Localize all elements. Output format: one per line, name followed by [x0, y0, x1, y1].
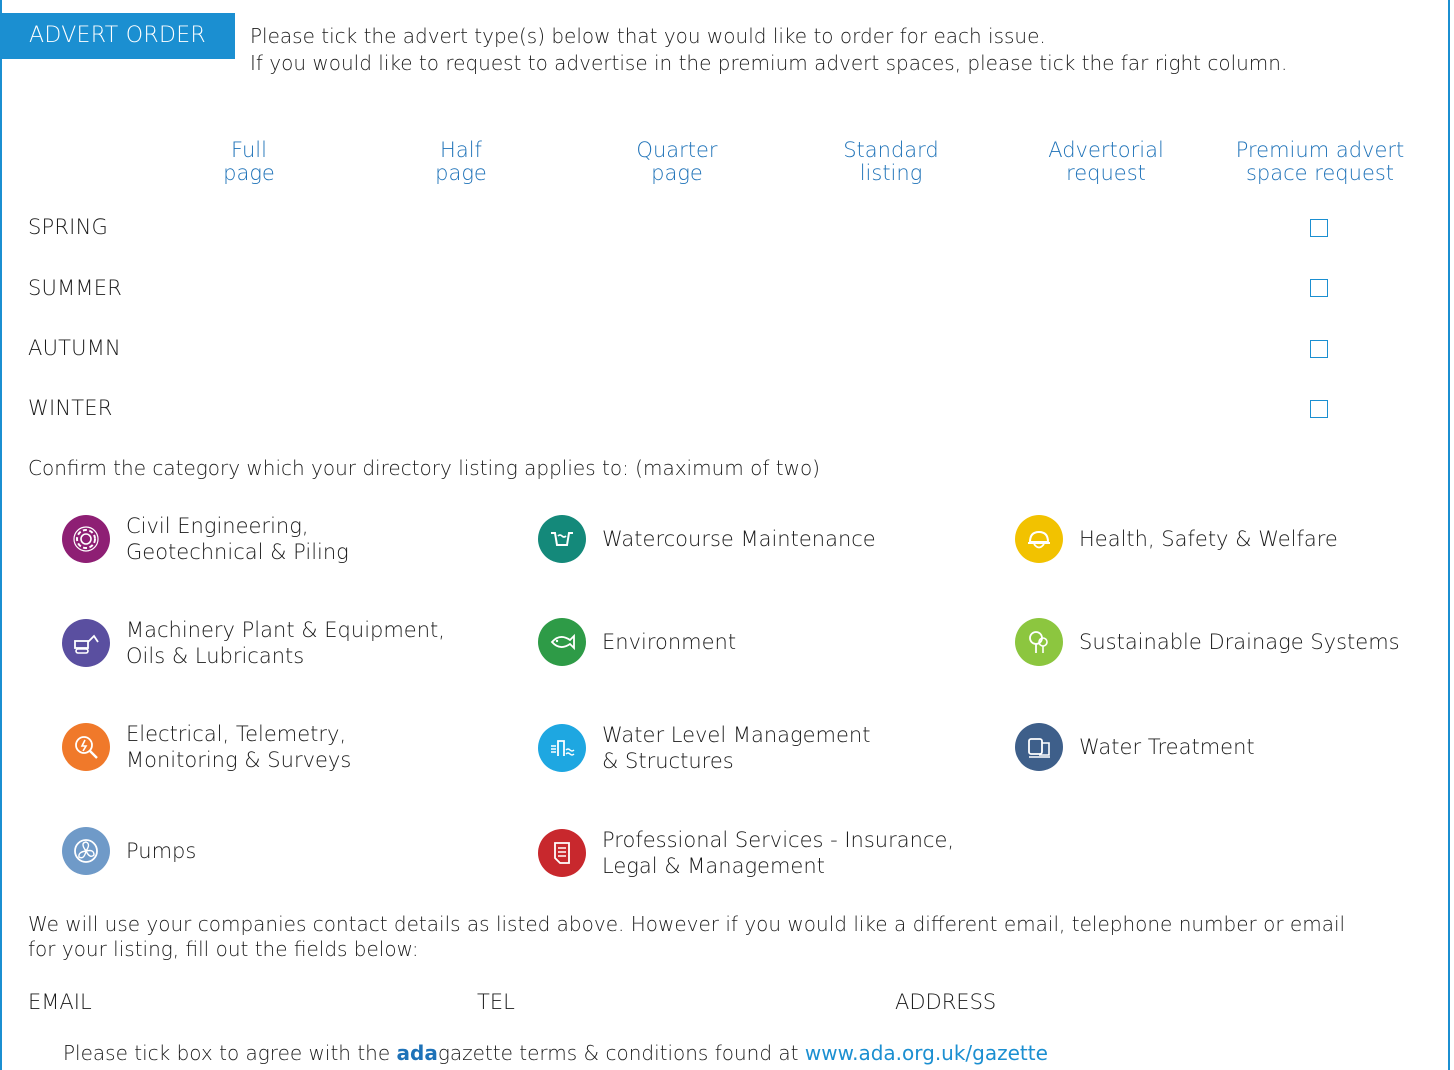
category-label: Sustainable Drainage Systems — [1079, 630, 1400, 654]
email-field-label[interactable]: EMAIL — [28, 990, 92, 1014]
category-label: Geotechnical & Piling — [126, 540, 349, 564]
category-label: Civil Engineering, — [126, 514, 309, 538]
premium-checkbox-spring[interactable] — [1310, 219, 1328, 237]
category-water-treatment[interactable]: Water Treatment — [1015, 723, 1255, 771]
column-header-advertorial: Advertorial request — [1048, 138, 1164, 185]
row-label-autumn: AUTUMN — [28, 336, 121, 360]
category-sustainable-drainage[interactable]: Sustainable Drainage Systems — [1015, 618, 1400, 666]
row-label-winter: WINTER — [28, 396, 113, 420]
hardhat-icon — [1015, 515, 1063, 563]
terms-link[interactable]: www.ada.org.uk/gazette — [805, 1041, 1048, 1065]
category-environment[interactable]: Environment — [538, 618, 736, 666]
fish-icon — [538, 618, 586, 666]
gear-icon — [62, 515, 110, 563]
brand-ada: ada — [396, 1041, 438, 1065]
category-professional-services[interactable]: Professional Services - Insurance, Legal … — [538, 827, 954, 879]
contact-instructions-line-1: We will use your companies contact detai… — [28, 912, 1346, 936]
water-treatment-icon — [1015, 723, 1063, 771]
pump-icon — [62, 827, 110, 875]
category-label: Electrical, Telemetry, — [126, 722, 347, 746]
category-label: Water Level Management — [602, 723, 871, 747]
row-label-spring: SPRING — [28, 215, 108, 239]
column-header-quarter-page: Quarter page — [636, 138, 718, 185]
category-pumps[interactable]: Pumps — [62, 827, 196, 875]
category-label: Water Treatment — [1079, 735, 1255, 759]
tree-icon — [1015, 618, 1063, 666]
column-header-standard-listing: Standard listing — [843, 138, 939, 185]
category-watercourse-maintenance[interactable]: Watercourse Maintenance — [538, 515, 876, 563]
category-health-safety[interactable]: Health, Safety & Welfare — [1015, 515, 1338, 563]
category-label: Pumps — [126, 839, 197, 863]
electrical-icon — [62, 723, 110, 771]
column-header-half-page: Half page — [435, 138, 487, 185]
intro-line-2: If you would like to request to advertis… — [250, 51, 1288, 75]
address-field-label[interactable]: ADDRESS — [895, 990, 996, 1014]
category-machinery[interactable]: Machinery Plant & Equipment, Oils & Lubri… — [62, 617, 445, 669]
category-label: Professional Services - Insurance, — [602, 828, 955, 852]
category-label: Oils & Lubricants — [126, 644, 305, 668]
water-level-icon — [538, 724, 586, 772]
document-icon — [538, 829, 586, 877]
contact-instructions-line-2: for your listing, fill out the fields be… — [28, 937, 419, 961]
terms-prefix: Please tick box to agree with the — [63, 1041, 397, 1065]
advert-order-tag: ADVERT ORDER — [0, 13, 235, 59]
row-label-summer: SUMMER — [28, 276, 122, 300]
category-label: Monitoring & Surveys — [126, 748, 352, 772]
column-header-premium: Premium advert space request — [1235, 138, 1405, 185]
terms-agreement: Please tick box to agree with the adagaz… — [63, 1041, 1048, 1065]
category-water-level[interactable]: Water Level Management & Structures — [538, 722, 870, 774]
column-header-full-page: Full page — [223, 138, 275, 185]
terms-text: gazette terms & conditions found at — [437, 1041, 805, 1065]
tel-field-label[interactable]: TEL — [477, 990, 515, 1014]
premium-checkbox-autumn[interactable] — [1310, 340, 1328, 358]
category-civil-engineering[interactable]: Civil Engineering, Geotechnical & Piling — [62, 513, 349, 565]
category-electrical[interactable]: Electrical, Telemetry, Monitoring & Surve… — [62, 721, 351, 773]
category-label: Machinery Plant & Equipment, — [126, 618, 445, 642]
category-label: & Structures — [602, 749, 734, 773]
category-label: Environment — [602, 630, 737, 654]
watercourse-icon — [538, 515, 586, 563]
premium-checkbox-winter[interactable] — [1310, 400, 1328, 418]
excavator-icon — [62, 619, 110, 667]
category-label: Health, Safety & Welfare — [1079, 527, 1338, 551]
intro-line-1: Please tick the advert type(s) below tha… — [250, 24, 1046, 48]
category-label: Watercourse Maintenance — [602, 527, 876, 551]
premium-checkbox-summer[interactable] — [1310, 279, 1328, 297]
category-label: Legal & Management — [602, 854, 825, 878]
category-prompt: Confirm the category which your director… — [28, 456, 820, 480]
